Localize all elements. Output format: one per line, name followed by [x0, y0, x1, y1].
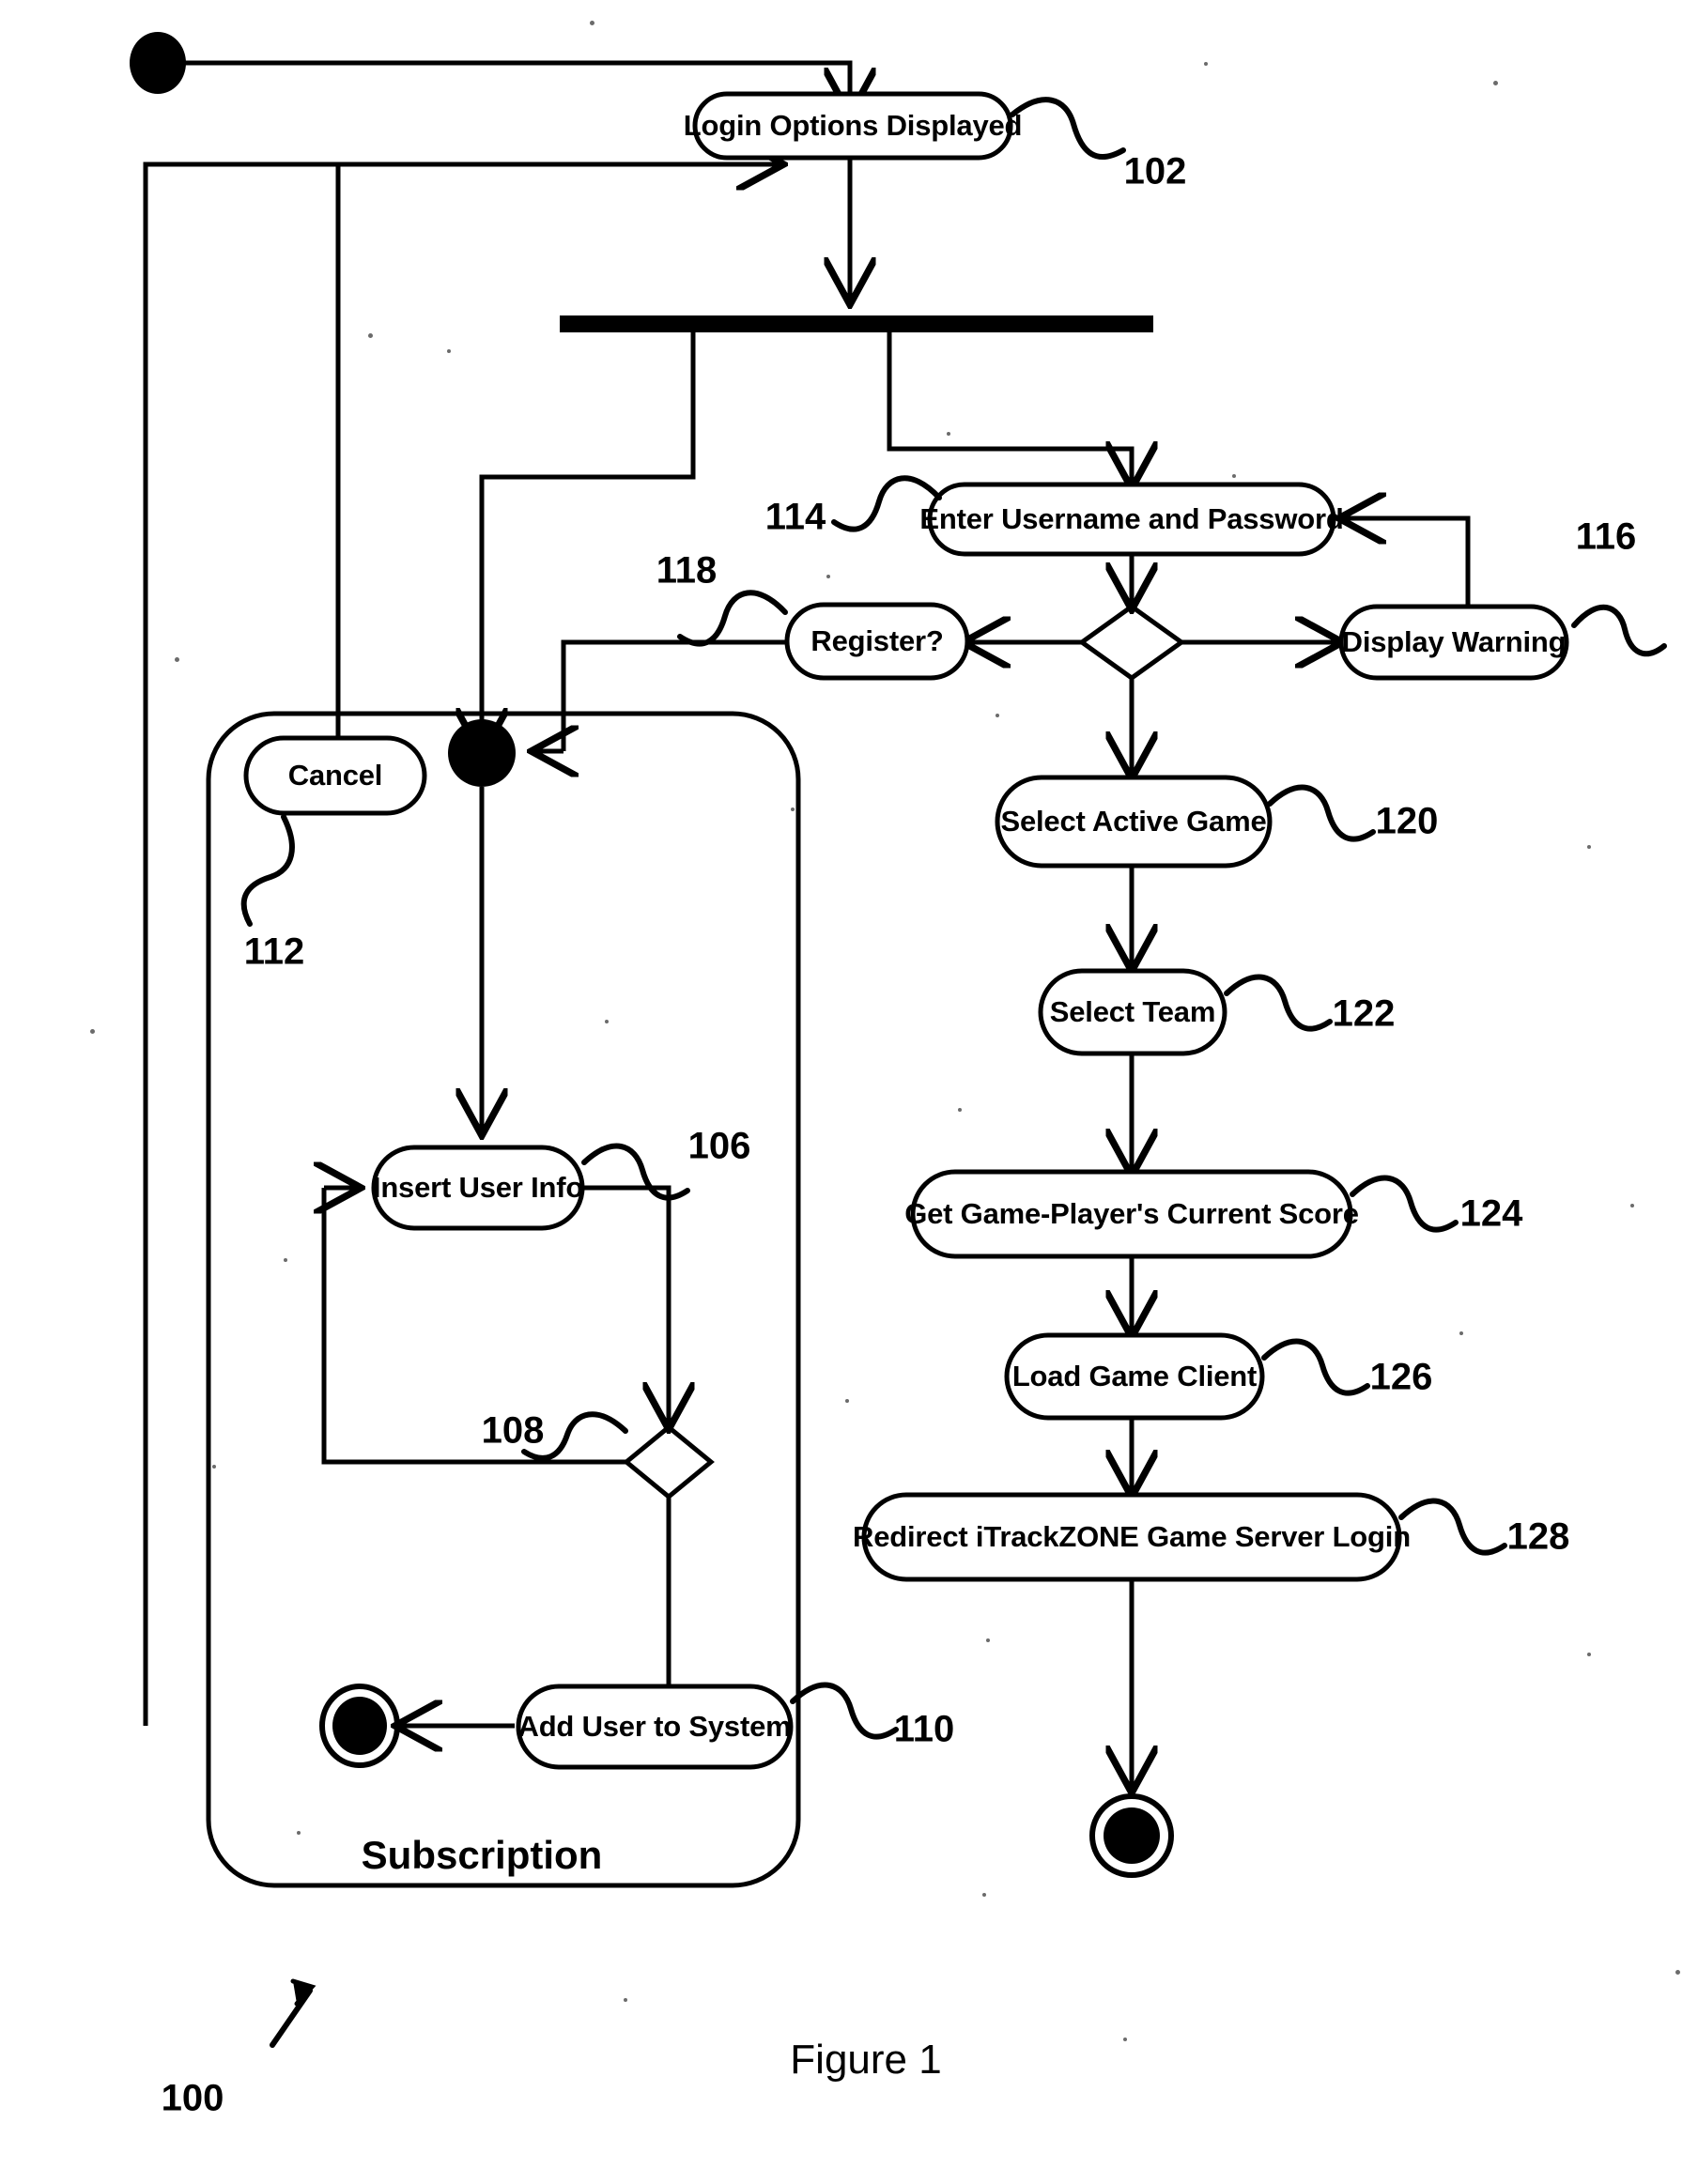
leader-112: [240, 814, 295, 927]
node-enter-credentials-label: Enter Username and Password: [919, 502, 1344, 535]
scan-speck: [447, 349, 451, 353]
subscription-initial-state-node: [448, 719, 516, 787]
patent-figure-sheet: Login Options Displayed Enter Username a…: [0, 0, 1698, 2184]
node-display-warning-label: Display Warning: [1341, 625, 1567, 658]
scan-speck: [791, 807, 795, 811]
scan-speck: [624, 1998, 627, 2002]
node-get-score-label: Get Game-Player's Current Score: [904, 1197, 1359, 1230]
leader-102: [1010, 97, 1126, 161]
decision-auth: [1077, 603, 1186, 682]
node-insert-user-info-label: Insert User Info: [372, 1171, 584, 1204]
scan-speck: [1587, 1653, 1591, 1656]
ref-120: 120: [1375, 800, 1439, 842]
scan-speck: [845, 1399, 849, 1403]
scan-speck: [1493, 81, 1498, 85]
decision-insert: [623, 1423, 715, 1500]
ref-108: 108: [481, 1409, 545, 1452]
leader-124: [1350, 1175, 1459, 1233]
leader-128: [1398, 1498, 1507, 1556]
scan-speck: [212, 1465, 216, 1469]
leader-100-head: [290, 1978, 316, 2007]
ref-122: 122: [1332, 992, 1396, 1035]
node-register-label: Register?: [810, 624, 944, 657]
leader-116: [1571, 604, 1667, 657]
ref-114: 114: [764, 496, 826, 538]
leader-118: [677, 590, 788, 647]
scan-speck: [90, 1029, 95, 1034]
scan-speck: [958, 1108, 962, 1112]
scan-speck: [1587, 845, 1591, 849]
main-final-state-node: [1089, 1793, 1174, 1878]
ref-116: 116: [1575, 515, 1637, 558]
ref-128: 128: [1506, 1515, 1570, 1558]
scan-speck: [1675, 1970, 1680, 1975]
scan-speck: [297, 1831, 301, 1835]
edge-return-left-outer: [143, 164, 780, 1726]
scan-speck: [605, 1020, 609, 1023]
scan-speck: [947, 432, 950, 436]
ref-100: 100: [161, 2077, 224, 2119]
diagram-canvas: [130, 32, 1667, 2048]
scan-speck: [1123, 2038, 1127, 2041]
leader-120: [1267, 784, 1376, 842]
scan-speck: [284, 1258, 287, 1262]
ref-124: 124: [1459, 1192, 1523, 1235]
scan-speck: [986, 1638, 990, 1642]
scan-speck: [1204, 62, 1208, 66]
scan-speck: [175, 657, 179, 662]
initial-state-node: [130, 32, 186, 94]
scan-speck: [1630, 1204, 1634, 1207]
edge-warning-to-creds: [1343, 518, 1471, 607]
edge-fork-right-branch: [887, 332, 1132, 484]
ref-102: 102: [1123, 150, 1187, 192]
node-select-team-label: Select Team: [1049, 995, 1216, 1028]
edge-fork-left-branch: [482, 332, 696, 751]
ref-110: 110: [893, 1708, 955, 1750]
scan-speck: [982, 1893, 986, 1897]
ref-126: 126: [1369, 1356, 1433, 1398]
edge-insert-to-decision108: [581, 1185, 669, 1425]
node-select-active-game-label: Select Active Game: [1000, 805, 1267, 838]
subscription-region-label: Subscription: [361, 1833, 603, 1877]
scan-speck: [826, 575, 830, 578]
subscription-final-state-node: [319, 1684, 400, 1768]
figure-caption: Figure 1: [790, 2037, 942, 2083]
node-add-user-label: Add User to System: [517, 1710, 792, 1743]
leader-126: [1261, 1338, 1370, 1396]
node-load-game-client-label: Load Game Client: [1011, 1360, 1258, 1392]
scan-speck: [590, 21, 594, 25]
scan-speck: [1459, 1331, 1463, 1335]
node-cancel-label: Cancel: [287, 759, 383, 792]
fork-bar: [560, 315, 1153, 332]
ref-118: 118: [656, 549, 718, 592]
leader-110: [790, 1682, 899, 1740]
scan-speck: [1232, 474, 1236, 478]
ref-106: 106: [687, 1125, 751, 1167]
node-redirect-login-label: Redirect iTrackZONE Game Server Login: [853, 1520, 1411, 1553]
node-login-options-label: Login Options Displayed: [683, 109, 1023, 142]
scan-speck: [368, 333, 373, 338]
ref-112: 112: [243, 931, 305, 973]
scan-speck: [996, 714, 999, 717]
edge-register-to-subscription: [535, 639, 794, 751]
leader-122: [1224, 974, 1333, 1032]
